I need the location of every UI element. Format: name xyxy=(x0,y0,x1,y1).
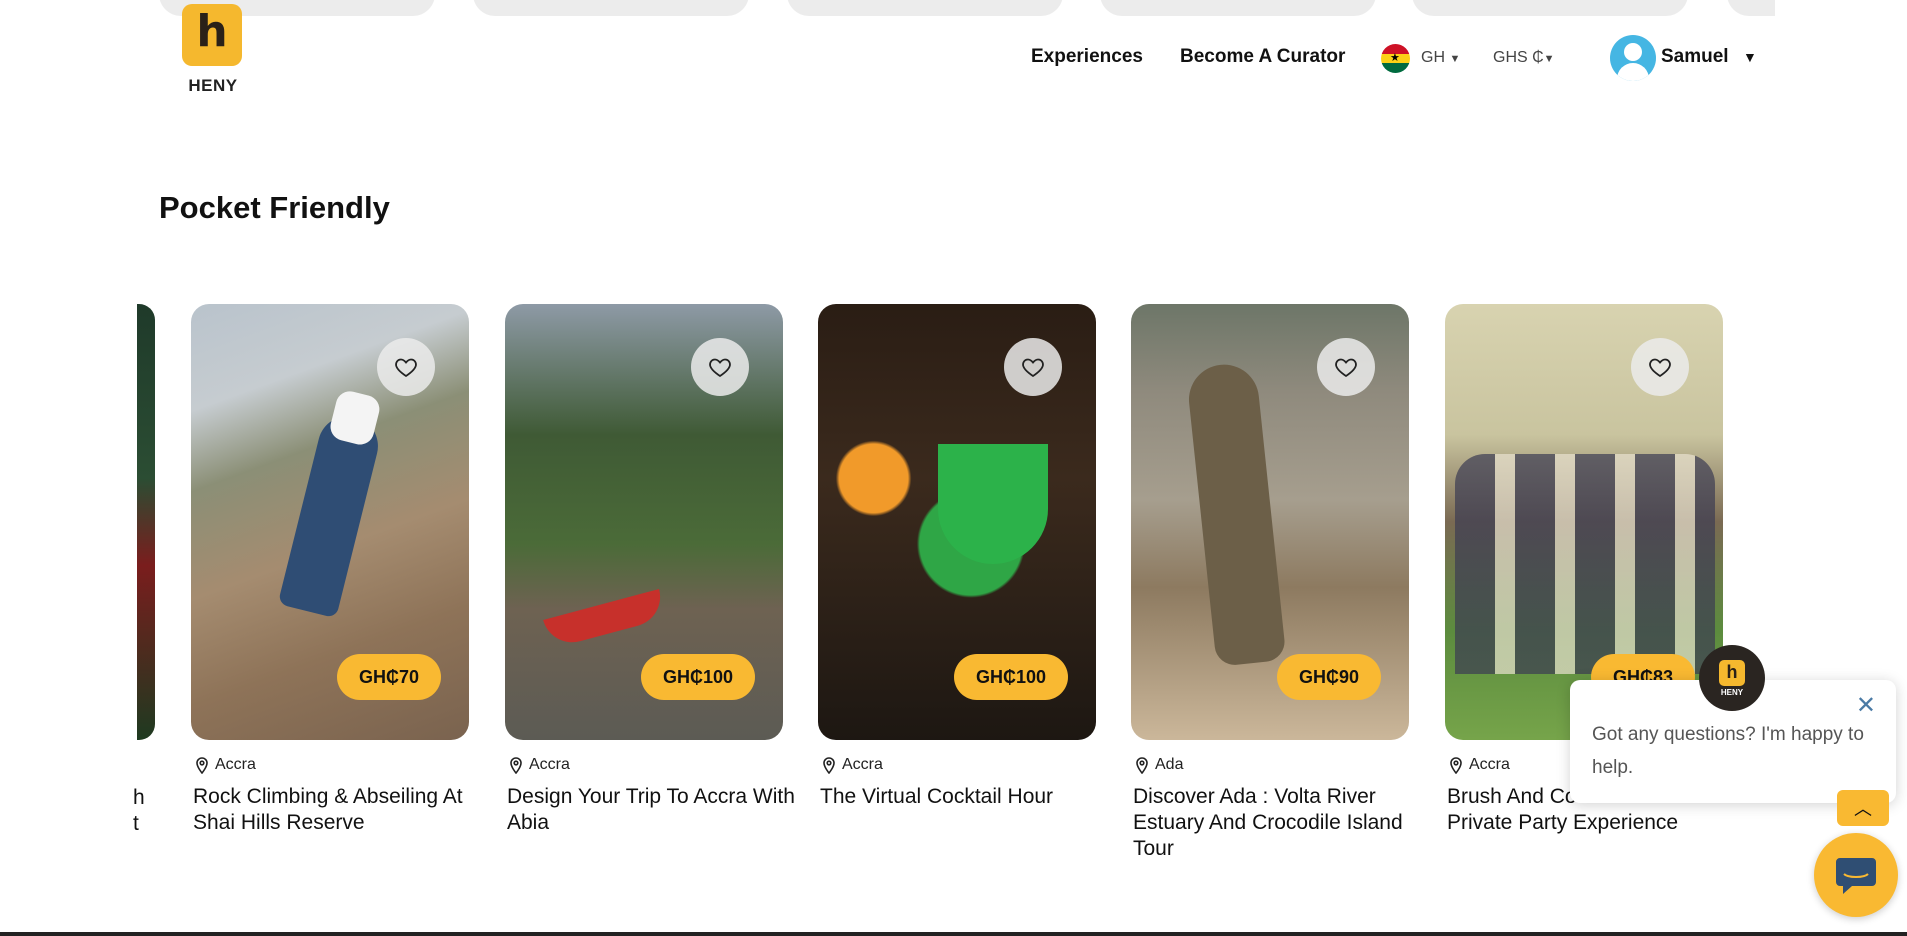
chevron-down-icon: ▼ xyxy=(1449,53,1461,65)
chevron-down-icon: ▼ xyxy=(1543,53,1555,65)
price-badge: GH₵70 xyxy=(336,654,441,700)
heart-icon[interactable] xyxy=(1317,338,1375,396)
chat-bubble-icon xyxy=(1836,858,1876,894)
heart-icon[interactable] xyxy=(691,338,749,396)
card-location: Ada xyxy=(1135,756,1409,774)
experience-card[interactable]: GH₵100 Accra The Virtual Cocktail Hour xyxy=(818,304,1096,810)
card-image[interactable]: GH₵83 xyxy=(1445,304,1723,740)
faded-card[interactable] xyxy=(1727,0,1775,16)
section-title: Pocket Friendly xyxy=(159,190,390,225)
chat-message: Got any questions? I'm happy to help. xyxy=(1592,724,1864,778)
chevron-up-icon[interactable]: ︿ xyxy=(1837,790,1889,826)
partial-card-title[interactable]: t xyxy=(133,812,139,836)
price-badge: GH₵100 xyxy=(953,654,1068,700)
chat-logo-letter: h xyxy=(1719,659,1745,686)
card-image[interactable]: GH₵100 xyxy=(818,304,1096,740)
partial-card-title[interactable]: h xyxy=(133,786,145,810)
experience-card[interactable]: GH₵90 Ada Discover Ada : Volta River Est… xyxy=(1131,304,1409,862)
card-title[interactable]: Discover Ada : Volta River Estuary And C… xyxy=(1133,784,1423,862)
chevron-down-icon[interactable]: ▼ xyxy=(1743,49,1757,65)
card-location: Accra xyxy=(195,756,469,774)
ghana-flag-icon[interactable] xyxy=(1381,44,1410,73)
location-pin-icon xyxy=(823,757,835,774)
price-badge: GH₵90 xyxy=(1276,654,1381,700)
card-image[interactable]: GH₵100 xyxy=(505,304,783,740)
country-label: GH xyxy=(1421,49,1445,66)
location-pin-icon xyxy=(1450,757,1462,774)
heart-icon[interactable] xyxy=(1631,338,1689,396)
heny-logo[interactable]: h xyxy=(182,4,242,66)
heart-icon[interactable] xyxy=(1004,338,1062,396)
chat-logo-text: HENY xyxy=(1720,687,1744,697)
heart-icon[interactable] xyxy=(377,338,435,396)
currency-label: GHS ₵ xyxy=(1493,49,1544,66)
card-title[interactable]: Rock Climbing & Abseiling At Shai Hills … xyxy=(193,784,483,836)
avatar[interactable] xyxy=(1610,35,1656,81)
country-selector[interactable]: GH ▼ xyxy=(1421,49,1460,67)
nav-become-curator[interactable]: Become A Curator xyxy=(1180,46,1345,68)
location-pin-icon xyxy=(196,757,208,774)
nav-experiences[interactable]: Experiences xyxy=(1031,46,1143,68)
partial-card-image[interactable] xyxy=(137,304,155,740)
price-badge: GH₵100 xyxy=(640,654,755,700)
currency-selector[interactable]: GHS ₵▼ xyxy=(1493,49,1555,67)
footer-divider xyxy=(0,932,1907,936)
user-name[interactable]: Samuel xyxy=(1661,46,1729,68)
page: h HENY Experiences Become A Curator GH ▼… xyxy=(0,0,1907,936)
faded-card[interactable] xyxy=(1412,0,1688,16)
card-image[interactable]: GH₵90 xyxy=(1131,304,1409,740)
faded-card[interactable] xyxy=(787,0,1063,16)
logo-text: HENY xyxy=(188,76,238,95)
experience-card[interactable]: GH₵70 Accra Rock Climbing & Abseiling At… xyxy=(191,304,469,836)
card-image[interactable]: GH₵70 xyxy=(191,304,469,740)
faded-card[interactable] xyxy=(1100,0,1376,16)
location-pin-icon xyxy=(1136,757,1148,774)
chat-launcher-button[interactable] xyxy=(1814,833,1898,917)
card-title[interactable]: The Virtual Cocktail Hour xyxy=(820,784,1110,810)
location-pin-icon xyxy=(510,757,522,774)
chat-avatar: h HENY xyxy=(1699,645,1765,711)
close-icon[interactable]: ✕ xyxy=(1856,694,1876,718)
card-title[interactable]: Design Your Trip To Accra With Abia xyxy=(507,784,797,836)
faded-card[interactable] xyxy=(473,0,749,16)
experience-card[interactable]: GH₵100 Accra Design Your Trip To Accra W… xyxy=(505,304,795,836)
card-location: Accra xyxy=(822,756,1096,774)
card-location: Accra xyxy=(509,756,783,774)
